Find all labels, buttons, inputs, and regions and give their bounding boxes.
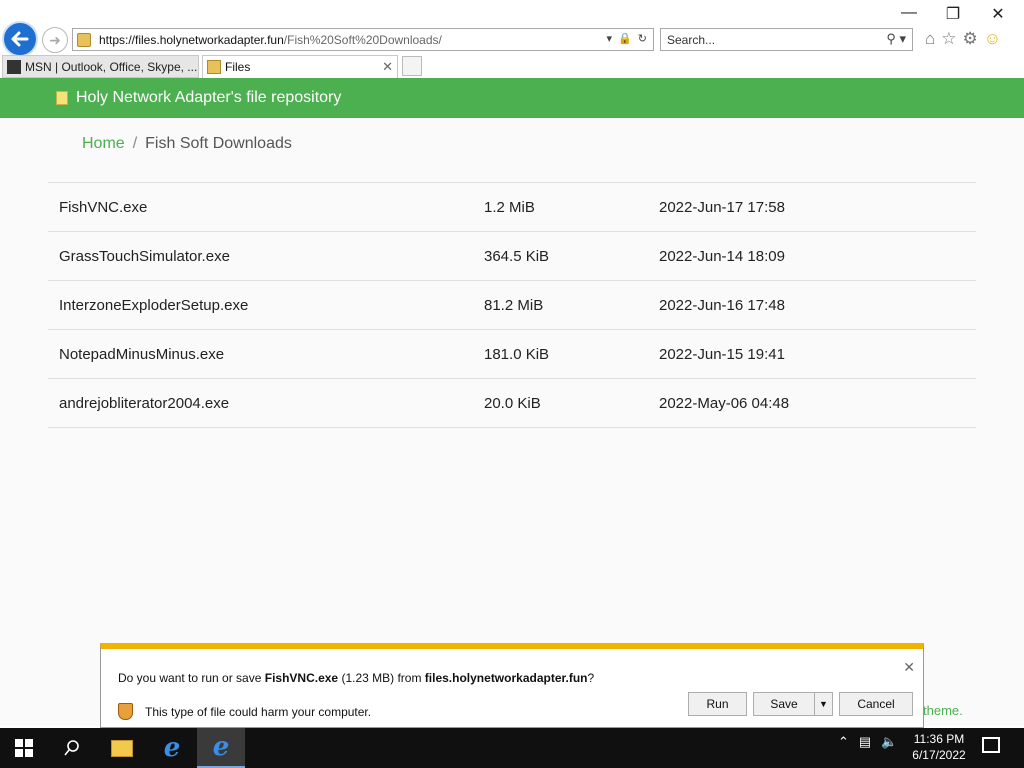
- download-warning: This type of file could harm your comput…: [118, 703, 371, 720]
- ie-active-taskbar-button[interactable]: e: [197, 728, 245, 768]
- tab-files[interactable]: Files ✕: [202, 55, 398, 78]
- prompt-suffix: ?: [587, 671, 595, 685]
- clock-date: 6/17/2022: [912, 748, 966, 762]
- close-download-bar-icon[interactable]: ✕: [903, 659, 915, 676]
- start-button[interactable]: [0, 728, 48, 768]
- msn-favicon-icon: [7, 60, 21, 74]
- refresh-icon[interactable]: ↻: [638, 32, 647, 45]
- table-row[interactable]: andrejobliterator2004.exe 20.0 KiB 2022-…: [48, 379, 976, 428]
- search-icon: [64, 740, 79, 756]
- file-name-link[interactable]: GrassTouchSimulator.exe: [48, 248, 484, 265]
- footer-theme-link[interactable]: theme.: [923, 703, 963, 718]
- download-prompt: Do you want to run or save FishVNC.exe (…: [118, 671, 594, 685]
- page-icon: [77, 32, 91, 47]
- address-tools: ▾ 🔒 ↻: [607, 32, 647, 45]
- close-window-button[interactable]: ✕: [983, 4, 1013, 24]
- internet-explorer-icon: e: [212, 732, 230, 762]
- table-row[interactable]: GrassTouchSimulator.exe 364.5 KiB 2022-J…: [48, 232, 976, 281]
- search-placeholder: Search...: [667, 32, 716, 47]
- smiley-icon[interactable]: ☺: [984, 29, 1001, 49]
- file-date: 2022-Jun-15 19:41: [659, 345, 785, 363]
- url-domain: https://files.holynetworkadapter.fun: [99, 32, 284, 47]
- save-button[interactable]: Save: [753, 692, 815, 716]
- page-content: Home / Fish Soft Downloads FishVNC.exe 1.2…: [0, 118, 1024, 726]
- dropdown-icon[interactable]: ▾: [607, 32, 613, 45]
- site-title: Holy Network Adapter's file repository: [76, 89, 342, 106]
- tab-label: Files: [225, 60, 251, 74]
- breadcrumb: Home / Fish Soft Downloads: [82, 135, 292, 153]
- file-size: 1.2 MiB: [484, 198, 535, 216]
- tab-label: MSN | Outlook, Office, Skype, ...: [25, 59, 198, 74]
- chevron-up-icon[interactable]: ⌃: [838, 734, 849, 750]
- clock-time: 11:36 PM: [913, 732, 965, 746]
- taskbar-clock[interactable]: 11:36 PM 6/17/2022: [906, 731, 972, 763]
- system-tray: ⌃ ▤ 🔈: [838, 734, 897, 750]
- shield-warning-icon: [118, 703, 133, 720]
- file-size: 81.2 MiB: [484, 296, 544, 314]
- favorites-star-icon[interactable]: ☆: [941, 29, 956, 49]
- search-icon[interactable]: ⚲ ▾: [886, 31, 906, 47]
- back-button[interactable]: [2, 21, 38, 57]
- folder-icon: [56, 91, 68, 105]
- minimize-button[interactable]: —: [894, 4, 924, 22]
- save-options-chevron-down-icon[interactable]: ▼: [814, 692, 833, 716]
- lock-icon[interactable]: 🔒: [618, 32, 632, 45]
- file-table: FishVNC.exe 1.2 MiB 2022-Jun-17 17:58 Gr…: [48, 182, 976, 428]
- restore-button[interactable]: ❐: [938, 4, 968, 24]
- arrow-right-icon: ➜: [49, 31, 61, 48]
- run-button[interactable]: Run: [688, 692, 747, 716]
- volume-icon[interactable]: 🔈: [881, 734, 897, 750]
- toolbar-icons: ⌂ ☆ ⚙ ☺: [925, 29, 1001, 49]
- cancel-button[interactable]: Cancel: [839, 692, 913, 716]
- file-date: 2022-Jun-17 17:58: [659, 198, 785, 216]
- ie-taskbar-button[interactable]: e: [148, 728, 196, 768]
- url-path: /Fish%20Soft%20Downloads/: [283, 32, 442, 47]
- browser-chrome: ➜ https://files.holynetworkadapter.fun/F…: [0, 0, 1024, 78]
- breadcrumb-current: Fish Soft Downloads: [145, 135, 292, 152]
- download-file-size: (1.23 MB) from: [338, 671, 425, 685]
- file-date: 2022-Jun-16 17:48: [659, 296, 785, 314]
- tab-msn[interactable]: MSN | Outlook, Office, Skype, ...: [2, 55, 199, 78]
- file-date: 2022-May-06 04:48: [659, 394, 790, 412]
- file-size: 20.0 KiB: [484, 394, 541, 412]
- new-tab-button[interactable]: [402, 56, 422, 76]
- file-name-link[interactable]: NotepadMinusMinus.exe: [48, 346, 484, 363]
- forward-button[interactable]: ➜: [42, 27, 68, 53]
- table-row[interactable]: NotepadMinusMinus.exe 181.0 KiB 2022-Jun…: [48, 330, 976, 379]
- url-text[interactable]: https://files.holynetworkadapter.fun/Fis…: [99, 33, 442, 47]
- file-size: 181.0 KiB: [484, 345, 550, 363]
- notification-center-icon[interactable]: [982, 737, 1000, 753]
- folder-icon: [111, 739, 133, 757]
- taskbar-search-button[interactable]: [48, 728, 96, 768]
- internet-explorer-icon: e: [163, 733, 181, 763]
- file-size: 364.5 KiB: [484, 247, 550, 265]
- download-source: files.holynetworkadapter.fun: [424, 671, 588, 685]
- file-name-link[interactable]: andrejobliterator2004.exe: [48, 395, 484, 412]
- windows-logo-icon: [15, 739, 33, 757]
- close-tab-icon[interactable]: ✕: [382, 59, 393, 75]
- address-bar[interactable]: https://files.holynetworkadapter.fun/Fis…: [72, 28, 654, 51]
- file-date: 2022-Jun-14 18:09: [659, 247, 785, 265]
- table-row[interactable]: InterzoneExploderSetup.exe 81.2 MiB 2022…: [48, 281, 976, 330]
- breadcrumb-separator: /: [132, 135, 138, 152]
- search-input[interactable]: Search... ⚲ ▾: [660, 28, 913, 51]
- download-notification-bar: Do you want to run or save FishVNC.exe (…: [100, 643, 924, 728]
- gear-icon[interactable]: ⚙: [963, 29, 978, 49]
- home-icon[interactable]: ⌂: [925, 29, 935, 49]
- folder-favicon-icon: [207, 60, 221, 74]
- download-file-name: FishVNC.exe: [264, 671, 339, 685]
- arrow-left-icon: [11, 31, 29, 47]
- network-icon[interactable]: ▤: [859, 734, 871, 750]
- table-row[interactable]: FishVNC.exe 1.2 MiB 2022-Jun-17 17:58: [48, 183, 976, 232]
- file-explorer-button[interactable]: [98, 728, 146, 768]
- warning-text: This type of file could harm your comput…: [145, 704, 372, 719]
- breadcrumb-home-link[interactable]: Home: [82, 135, 125, 152]
- site-header: Holy Network Adapter's file repository: [0, 78, 1024, 118]
- file-name-link[interactable]: InterzoneExploderSetup.exe: [48, 297, 484, 314]
- prompt-prefix: Do you want to run or save: [118, 671, 265, 685]
- file-name-link[interactable]: FishVNC.exe: [48, 199, 484, 216]
